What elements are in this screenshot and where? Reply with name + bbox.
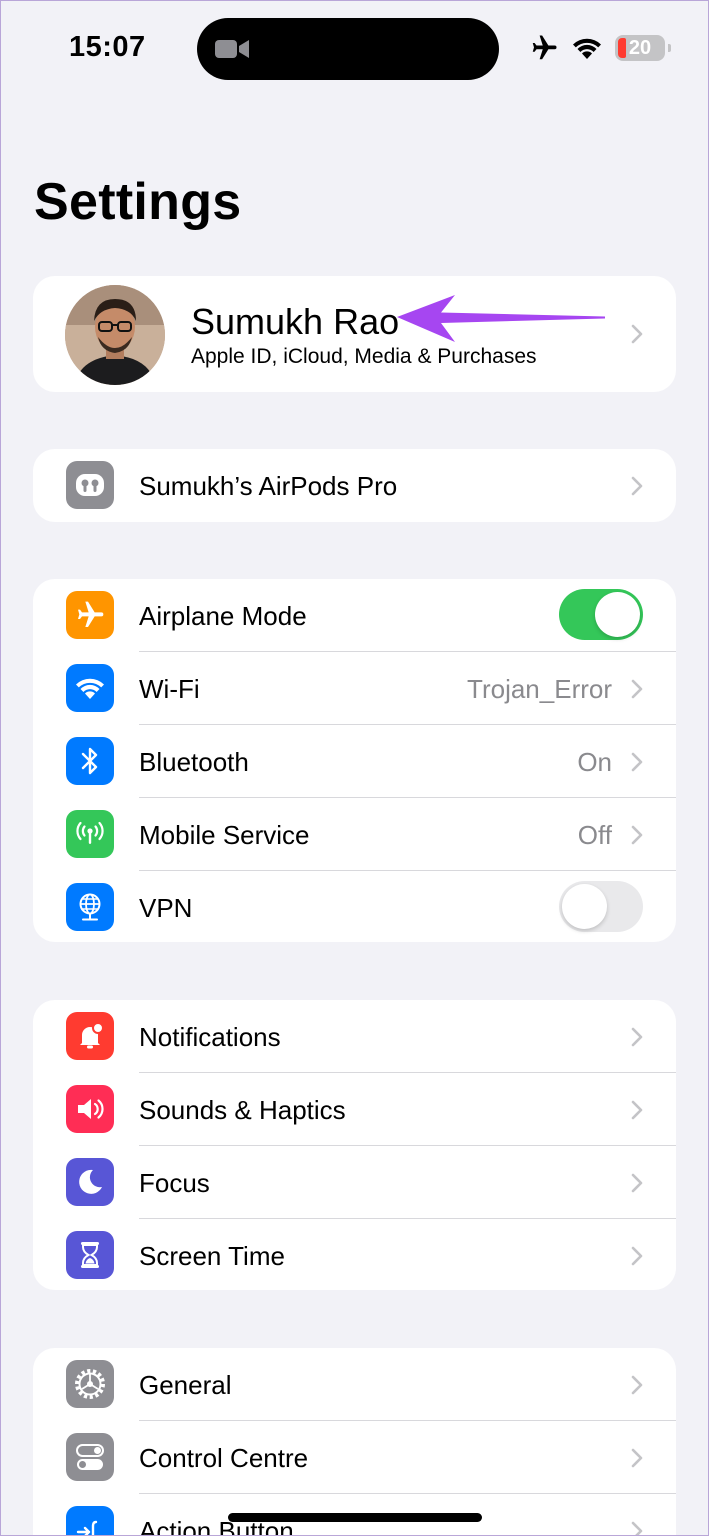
settings-row-notifications[interactable]: Notifications	[33, 1000, 676, 1073]
airplane-icon	[66, 591, 114, 639]
airpods-label: Sumukh’s AirPods Pro	[139, 471, 398, 501]
settings-row-mobile-service[interactable]: Mobile Service Off	[33, 798, 676, 871]
chevron-right-icon	[631, 1246, 643, 1266]
globe-icon	[66, 883, 114, 931]
airpods-group: Sumukh’s AirPods Pro	[33, 449, 676, 522]
chevron-right-icon	[631, 1027, 643, 1047]
profile-subtitle: Apple ID, iCloud, Media & Purchases	[191, 345, 537, 368]
chevron-right-icon	[631, 1375, 643, 1395]
settings-row-sounds-haptics[interactable]: Sounds & Haptics	[33, 1073, 676, 1146]
bluetooth-label: Bluetooth	[139, 747, 249, 777]
notifications-group: Notifications Sounds & Haptics Focus Scr…	[33, 1000, 676, 1290]
settings-row-bluetooth[interactable]: Bluetooth On	[33, 725, 676, 798]
bluetooth-icon	[66, 737, 114, 785]
toggle-knob	[562, 884, 607, 929]
settings-row-screen-time[interactable]: Screen Time	[33, 1219, 676, 1290]
chevron-right-icon	[631, 1521, 643, 1536]
mobile-service-status-value: Off	[577, 820, 612, 850]
settings-row-general[interactable]: General	[33, 1348, 676, 1421]
chevron-right-icon	[631, 476, 643, 496]
wifi-label: Wi-Fi	[139, 674, 200, 704]
chevron-right-icon	[631, 825, 643, 845]
toggle-knob	[595, 592, 640, 637]
speaker-icon	[66, 1085, 114, 1133]
vpn-label: VPN	[139, 893, 193, 923]
notifications-label: Notifications	[139, 1022, 281, 1052]
status-icons: 20	[529, 33, 671, 63]
status-time: 15:07	[69, 31, 146, 63]
settings-row-focus[interactable]: Focus	[33, 1146, 676, 1219]
dynamic-island	[197, 18, 499, 80]
gear-icon	[66, 1360, 114, 1408]
airpods-row[interactable]: Sumukh’s AirPods Pro	[33, 449, 676, 522]
chevron-right-icon	[631, 752, 643, 772]
airpods-icon	[66, 461, 114, 509]
profile-name: Sumukh Rao	[191, 301, 400, 342]
page-title: Settings	[34, 173, 242, 231]
chevron-right-icon	[631, 1448, 643, 1468]
control-centre-label: Control Centre	[139, 1443, 309, 1473]
hourglass-icon	[66, 1231, 114, 1279]
settings-row-airplane-mode[interactable]: Airplane Mode	[33, 579, 676, 652]
chevron-right-icon	[631, 679, 643, 699]
switches-icon	[66, 1433, 114, 1481]
avatar	[65, 285, 165, 385]
airplane-icon	[532, 35, 557, 60]
action-button-icon	[66, 1506, 114, 1536]
antenna-icon	[66, 810, 114, 858]
screen-time-label: Screen Time	[139, 1241, 285, 1271]
general-group: General Control Centre Action Button	[33, 1348, 676, 1536]
chevron-right-icon	[631, 324, 643, 344]
settings-row-vpn[interactable]: VPN	[33, 871, 676, 942]
battery-fill	[618, 38, 626, 58]
battery-level: 20	[628, 36, 652, 59]
vpn-toggle[interactable]	[559, 881, 643, 932]
settings-row-control-centre[interactable]: Control Centre	[33, 1421, 676, 1494]
chevron-right-icon	[631, 1100, 643, 1120]
chevron-right-icon	[631, 1173, 643, 1193]
airplane-mode-label: Airplane Mode	[139, 601, 307, 631]
battery-icon: 20	[615, 35, 671, 61]
general-label: General	[139, 1370, 232, 1400]
wifi-icon	[66, 664, 114, 712]
airplane-mode-toggle[interactable]	[559, 589, 643, 640]
home-indicator[interactable]	[228, 1513, 482, 1522]
bell-icon	[66, 1012, 114, 1060]
status-bar: 15:07 20	[0, 0, 709, 100]
sounds-haptics-label: Sounds & Haptics	[139, 1095, 346, 1125]
moon-icon	[66, 1158, 114, 1206]
annotation-arrow	[397, 295, 605, 342]
video-camera-icon	[215, 40, 249, 58]
wifi-icon	[573, 38, 601, 59]
battery-nub	[668, 44, 671, 52]
settings-row-wifi[interactable]: Wi-Fi Trojan_Error	[33, 652, 676, 725]
mobile-service-label: Mobile Service	[139, 820, 310, 850]
connectivity-group: Airplane Mode Wi-Fi Trojan_Error Bluetoo…	[33, 579, 676, 942]
bluetooth-status-value: On	[577, 747, 612, 777]
wifi-network-value: Trojan_Error	[467, 674, 612, 704]
focus-label: Focus	[139, 1168, 210, 1198]
